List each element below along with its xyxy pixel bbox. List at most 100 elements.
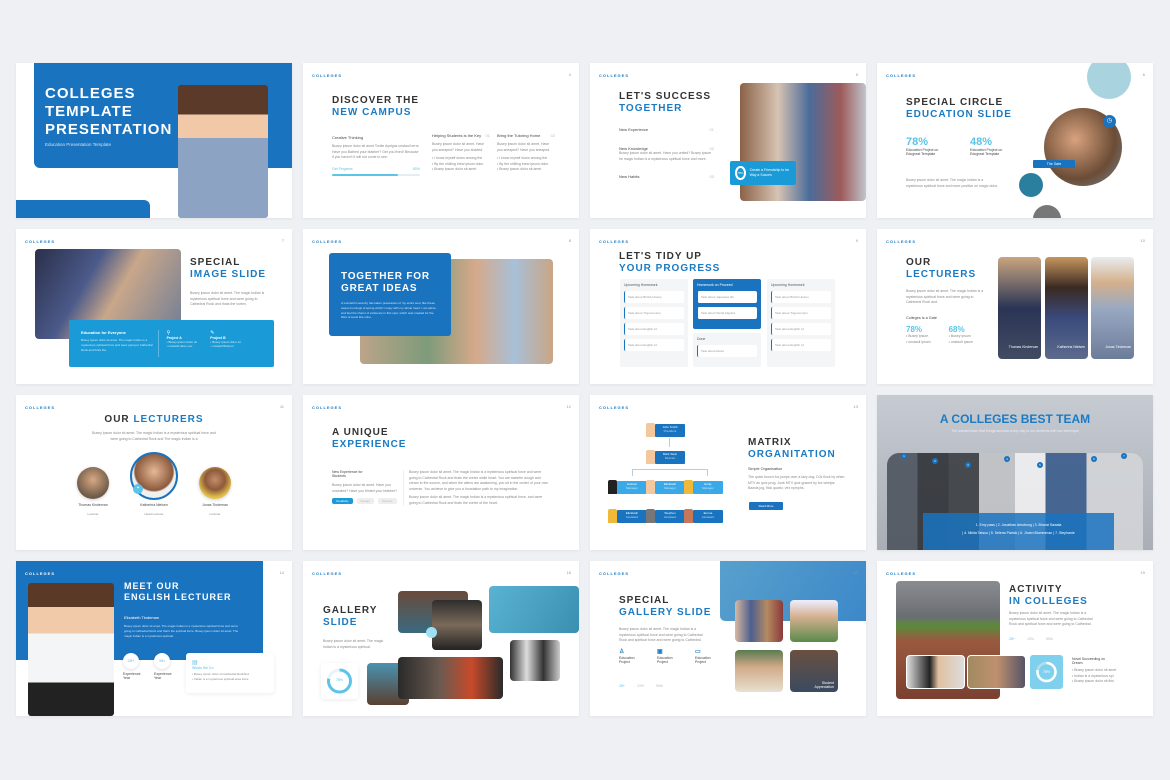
slide-number: 4 [568,72,571,77]
lecturer-card-2[interactable]: Katherina Nielsen [1045,257,1088,359]
gallery-photo-6[interactable] [398,657,503,699]
gallery-photo-3[interactable] [735,650,783,692]
tab-creativity[interactable]: Creativity [332,498,353,505]
user-icon: ♙ [619,649,626,655]
slide-number: 5 [855,72,858,77]
org-node-assistant-2[interactable]: Stephen Assistant [646,509,685,523]
slide-number: 11 [279,404,284,409]
board-icon: ▭ [695,649,702,655]
slide-circle-education[interactable]: COLLEGES 6 ◷ The Gate SPECIAL CIRCLE EDU… [877,63,1153,218]
slide-best-team[interactable]: A COLLEGES BEST TEAM The wanted team tha… [877,395,1153,550]
read-more-button[interactable]: Read More [749,502,783,510]
slide-number: 8 [568,238,571,243]
marker-4: 4 [1004,456,1010,462]
feature-list: New Experience 01 New Knowledge 02 Busey i… [619,127,714,180]
divider [403,470,404,506]
tab-design[interactable]: Design [356,498,374,505]
brand-label: COLLEGES [312,239,343,244]
lecturer-avatar-1[interactable] [77,467,109,499]
lecturer-card-3[interactable]: Jonas Tindeman [1091,257,1134,359]
org-node-assistant-3[interactable]: Emma Assistant [684,509,723,523]
stat-circle-1: 28+ [123,653,139,669]
slide-success-together[interactable]: COLLEGES 5 LET'S SUCCESS TOGETHER New Ex… [590,63,866,218]
brand-label: COLLEGES [312,405,343,410]
brand-label: COLLEGES [886,239,917,244]
org-node-president[interactable]: John Smith President [646,423,685,437]
tab-science[interactable]: Science [377,498,397,505]
slide-unique-experience[interactable]: COLLEGES 12 A UNIQUE EXPERIENCE New Expe… [303,395,579,550]
slide-number: 14 [279,570,284,575]
lecturer-1-info: Thomas Kindervan Lecturer [78,503,108,516]
gallery-bubble [426,627,437,638]
gallery-photo-2[interactable] [790,600,838,642]
woman-with-books-photo [178,85,268,218]
slide-number: 19 [1140,570,1145,575]
org-node-manager-2[interactable]: Elizabeth Manager [646,480,685,494]
slide-gallery[interactable]: COLLEGES 16 GALLERY SLIDE Busey ipsum do… [303,561,579,716]
student-photo-1[interactable] [906,655,965,689]
slide-discover-campus[interactable]: COLLEGES 4 DISCOVER THE NEW CAMPUS Creat… [303,63,579,218]
gallery-photo-3[interactable] [489,586,579,633]
brand-label: COLLEGES [886,571,917,576]
heading: ACTIVITY IN COLLEGES [1009,584,1088,607]
slide-number: 7 [281,238,284,243]
marker-3: 3 [965,462,971,468]
gallery-photo-4[interactable] [510,640,560,681]
stats: 78% • Busey ipsum • unstaoll ipsum 68% • Bu… [906,325,974,344]
lecturer-avatar-3[interactable] [199,467,231,499]
slide-number: 13 [853,404,858,409]
lecturer-card-1[interactable]: Thomas Kindervan [998,257,1041,359]
slide-number: 10 [1140,238,1145,243]
slide-our-lecturers-circles[interactable]: COLLEGES 11 OUR LECTURERS Busey ipsum do… [16,395,292,550]
slide-english-lecturer[interactable]: COLLEGES 14 MEET OUR ENGLISH LECTURER Eli… [16,561,292,716]
slide-grid: COLLEGES TEMPLATE PRESENTATION Education… [16,63,1153,716]
kanban-column-upcoming: Upcoming Homework Task about British His… [620,279,688,367]
education-box: Education for Everyone Busey ipsum dolor… [69,320,274,367]
slide-title[interactable]: COLLEGES TEMPLATE PRESENTATION Education… [16,63,292,218]
gallery-photo-2[interactable] [432,600,482,650]
slide-activity-colleges[interactable]: COLLEGES 19 ACTIVITY IN COLLEGES Busey i… [877,561,1153,716]
brand-label: COLLEGES [25,405,56,410]
slide-number: 9 [855,238,858,243]
quote-icon: ❝ [133,484,143,494]
gallery-photo-4[interactable]: Student Appreciation [790,650,838,692]
brand-label: COLLEGES [312,571,343,576]
gate-badge: The Gate [1033,160,1075,168]
brand-label: COLLEGES [599,73,630,78]
heading: LET'S SUCCESS TOGETHER [619,91,712,114]
feature-icons: ♙ Education Project ▣ Education Project ▭ E… [619,649,719,664]
heading: OUR LECTURERS [104,414,204,425]
gallery-photo-1[interactable] [735,600,783,642]
team-names-box: 1. Emy pass | 2. Jonathan Amstrong | 3. … [923,513,1114,550]
progress-bar [332,173,420,176]
lecturer-name: Elizabeth Tindeman [124,615,160,620]
heading: SPECIAL CIRCLE EDUCATION SLIDE [906,97,1012,120]
org-node-assistant-1[interactable]: Elizabeth Assistant [608,509,647,523]
donut-card: 78% [1030,655,1063,689]
org-node-manager-3[interactable]: Emily Manager [684,480,723,494]
heading: OUR LECTURERS [906,257,977,280]
bottom-bar [16,200,150,218]
slide-special-gallery[interactable]: COLLEGES 17 SPECIAL GALLERY SLIDE Busey … [590,561,866,716]
org-node-manager-1[interactable]: Hudson Manager [608,480,647,494]
tutoring-home-block: Bring the Tutoring Home 02 Busey ipsum do… [497,133,555,172]
slide-our-lecturers-cards[interactable]: COLLEGES 10 OUR LECTURERS Busey ipsum do… [877,229,1153,384]
marker-2: 2 [932,458,938,464]
org-node-director[interactable]: Mark Stein Director [646,450,685,464]
student-photo-2[interactable] [967,655,1026,689]
book-icon: ▤ [192,660,198,666]
team-subtitle: The wanted team that brings success ever… [951,429,1079,433]
slide-special-image[interactable]: COLLEGES 7 SPECIAL IMAGE SLIDE Busey ips… [16,229,292,384]
brand-label: COLLEGES [599,405,630,410]
brand-label: COLLEGES [312,73,343,78]
stats-row: 28+ 13% 50th [619,684,663,688]
experience-body: Busey ipsum dolor sit amet. The magic In… [409,470,549,505]
donut-card: 78% [321,663,358,699]
heading: SPECIAL IMAGE SLIDE [190,257,267,280]
slide-tidy-progress[interactable]: COLLEGES 9 LET'S TIDY UP YOUR PROGRESS U… [590,229,866,384]
slide-together-great-ideas[interactable]: COLLEGES 8 TOGETHER FOR GREAT IDEAS A won… [303,229,579,384]
slide-matrix-organisation[interactable]: COLLEGES 13 John Smith President Mark Ste… [590,395,866,550]
subtitle: Education Presentation Template [45,142,111,147]
creative-thinking-block: Creative Thinking Busey ipsum dolor sit … [332,135,420,176]
marker-6: 6 [1091,456,1097,462]
